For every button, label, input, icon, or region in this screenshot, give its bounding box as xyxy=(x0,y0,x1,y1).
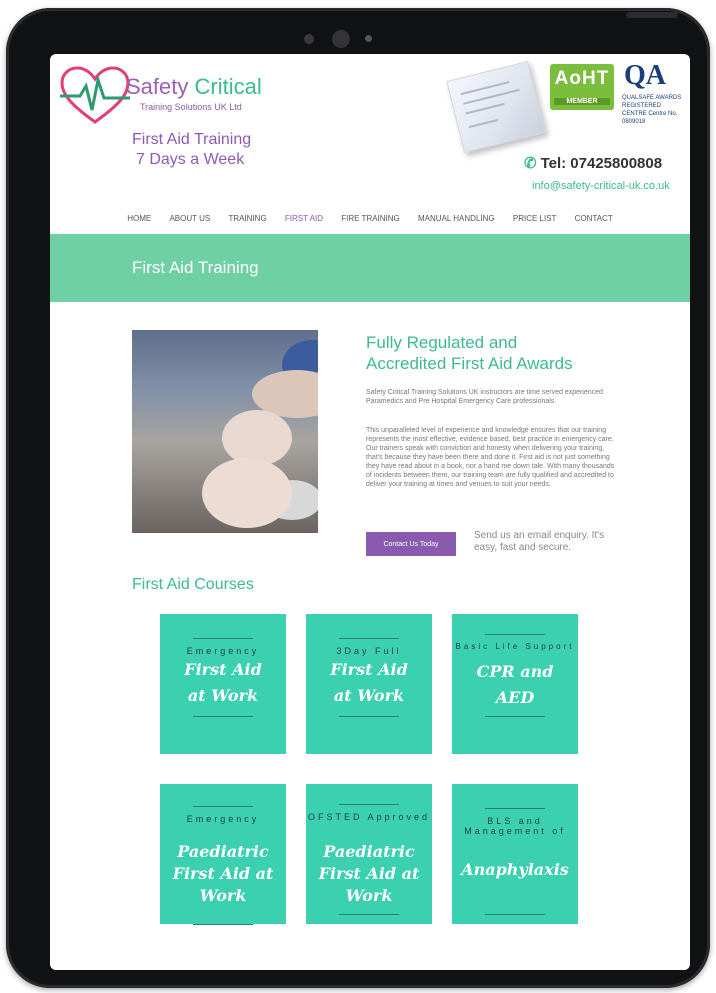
aoht-member-badge: AoHT MEMBER xyxy=(550,64,614,110)
phone-icon: ✆ xyxy=(524,155,537,172)
phone-number[interactable]: ✆ Tel: 07425800808 xyxy=(524,154,662,172)
card-script-line1: Anaphylaxis xyxy=(461,860,569,879)
intro-paragraph: Safety Critical Training Solutions UK in… xyxy=(366,389,603,405)
qa-logo: QA xyxy=(624,60,666,91)
card-top-label: BLS and Management of xyxy=(464,816,566,836)
certificate-image xyxy=(446,60,546,154)
camera-lens xyxy=(332,30,350,48)
card-script-line3: Work xyxy=(199,886,247,905)
course-card-bls-anaphylaxis[interactable]: BLS and Management of Anaphylaxis xyxy=(452,784,578,924)
sensor-dot-small xyxy=(365,35,372,42)
nav-first-aid[interactable]: FIRST AID xyxy=(285,214,323,223)
email-link[interactable]: info@safety-critical-uk.co.uk xyxy=(532,180,670,192)
nav-home[interactable]: HOME xyxy=(127,214,151,223)
aoht-member-label: MEMBER xyxy=(554,98,610,105)
experience-paragraph: This unparalleled level of experience an… xyxy=(366,427,615,488)
phone-text: Tel: 07425800808 xyxy=(540,155,663,172)
course-card-bls-cpr-aed[interactable]: Basic Life Support CPR and AED xyxy=(452,614,578,754)
heading-line1: Fully Regulated and xyxy=(366,333,518,352)
card-script-line1: First Aid xyxy=(184,660,262,679)
enquiry-text: Send us an email enquiry. It's easy, fas… xyxy=(474,530,605,553)
card-top-label: Basic Life Support xyxy=(455,642,575,651)
logo-word-critical: Critical xyxy=(194,74,262,99)
card-script-line2: First Aid at xyxy=(318,864,420,883)
card-script-line3: Work xyxy=(345,886,393,905)
logo-subtitle: Training Solutions UK Ltd xyxy=(140,102,242,112)
nav-price-list[interactable]: PRICE LIST xyxy=(513,214,557,223)
card-script-line1: Paediatric xyxy=(323,842,415,861)
courses-heading: First Aid Courses xyxy=(132,576,254,593)
card-script-line2: at Work xyxy=(333,686,405,705)
card-top-label: OFSTED Approved xyxy=(307,812,431,822)
course-card-emergency-first-aid[interactable]: Emergency First Aid at Work xyxy=(160,614,286,754)
heart-logo-icon xyxy=(60,66,130,124)
tablet-frame: Safety Critical Training Solutions UK Lt… xyxy=(6,8,710,988)
power-button xyxy=(626,12,678,18)
tagline-line1: First Aid Training xyxy=(132,131,252,148)
page-banner: First Aid Training xyxy=(50,234,690,302)
card-script-line1: Paediatric xyxy=(177,842,269,861)
card-top-label: Emergency xyxy=(186,814,260,824)
card-top-label: 3Day Full xyxy=(336,646,402,656)
course-card-ofsted-paediatric[interactable]: OFSTED Approved Paediatric First Aid at … xyxy=(306,784,432,924)
heading-line2: Accredited First Aid Awards xyxy=(366,354,573,373)
nav-training[interactable]: TRAINING xyxy=(228,214,266,223)
logo-word-safety: Safety xyxy=(126,74,189,99)
nav-fire-training[interactable]: FIRE TRAINING xyxy=(341,214,400,223)
card-script-line2: at Work xyxy=(187,686,259,705)
sensor-dot xyxy=(304,34,314,44)
main-nav: HOME ABOUT US TRAINING FIRST AID FIRE TR… xyxy=(50,214,690,223)
card-script-line2: AED xyxy=(495,688,535,707)
logo-title[interactable]: Safety Critical xyxy=(126,74,262,100)
nav-manual-handling[interactable]: MANUAL HANDLING xyxy=(418,214,495,223)
web-page: Safety Critical Training Solutions UK Lt… xyxy=(50,54,690,970)
page-title: First Aid Training xyxy=(132,258,259,277)
course-card-3day-first-aid[interactable]: 3Day Full First Aid at Work xyxy=(306,614,432,754)
tagline-line2: 7 Days a Week xyxy=(136,151,245,168)
card-script-line1: First Aid xyxy=(330,660,408,679)
section-heading: Fully Regulated and Accredited First Aid… xyxy=(366,332,626,374)
card-script-line2: First Aid at xyxy=(172,864,274,883)
aoht-title: AoHT xyxy=(554,68,610,89)
course-card-emergency-paediatric[interactable]: Emergency Paediatric First Aid at Work xyxy=(160,784,286,925)
card-top-label: Emergency xyxy=(186,646,260,656)
card-script-line1: CPR and xyxy=(476,662,554,681)
contact-us-button[interactable]: Contact Us Today xyxy=(366,532,456,556)
training-photo xyxy=(132,330,318,533)
nav-about-us[interactable]: ABOUT US xyxy=(169,214,210,223)
nav-contact[interactable]: CONTACT xyxy=(575,214,613,223)
tagline: First Aid Training 7 Days a Week xyxy=(132,130,251,170)
qa-registered-text: QUALSAFE AWARDS REGISTERED CENTRE Centre… xyxy=(622,95,682,125)
